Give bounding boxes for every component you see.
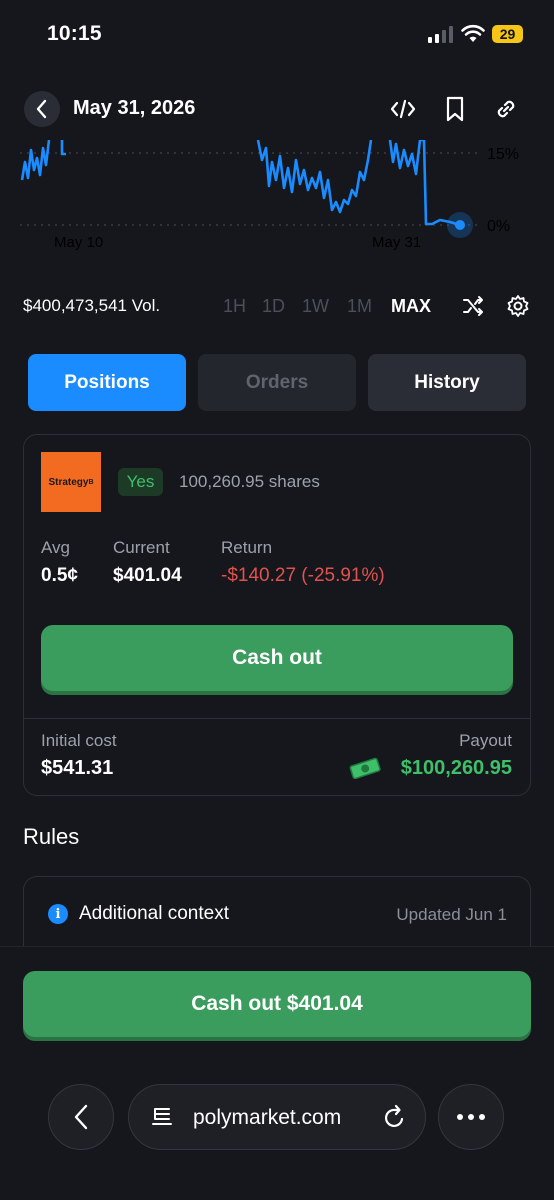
tab-positions[interactable]: Positions [28,354,186,411]
y-tick-label: 15% [487,146,519,163]
volume-label: $400,473,541 Vol. [23,296,161,315]
cash-out-button[interactable]: Cash out [41,625,513,691]
battery-indicator: 29 [492,25,523,43]
payout-value: $100,260.95 [400,757,512,779]
embed-icon[interactable] [390,95,416,123]
initial-cost-value: $541.31 [41,757,114,779]
chart-line [20,140,461,227]
link-icon[interactable] [493,95,519,123]
price-chart[interactable]: 15% 0% May 10 May 31 [0,140,554,260]
x-tick-label: May 10 [54,234,103,251]
current-label: Current [113,538,170,557]
card-divider [24,718,530,719]
range-max[interactable]: MAX [391,296,431,317]
money-icon [349,757,381,779]
browser-back-button[interactable] [48,1084,114,1150]
more-options-button[interactable] [438,1084,504,1150]
range-1d[interactable]: 1D [262,296,285,317]
page-icon [151,1106,173,1133]
range-1m[interactable]: 1M [347,296,372,317]
shares-count: 100,260.95 shares [179,472,320,491]
return-label: Return [221,538,273,557]
back-button[interactable] [24,91,60,127]
chevron-left-icon [36,99,47,119]
page-title: May 31, 2026 [73,97,196,119]
url-text[interactable]: polymarket.com [193,1106,341,1130]
shuffle-icon[interactable] [461,294,485,323]
settings-gear-icon[interactable] [506,294,530,323]
bookmark-icon[interactable] [442,95,468,123]
info-icon: i [48,904,68,924]
more-icon [457,1114,485,1120]
avg-label: Avg [41,538,70,557]
updated-date: Updated Jun 1 [396,905,507,924]
return-value: -$140.27 (-25.91%) [221,565,385,586]
x-tick-label: May 31 [372,234,421,251]
outcome-badge: Yes [118,468,163,496]
reload-icon[interactable] [383,1104,407,1135]
status-time: 10:15 [47,22,102,45]
wifi-icon [461,24,485,42]
avg-value: 0.5¢ [41,565,78,586]
tab-history[interactable]: History [368,354,526,411]
tab-orders[interactable]: Orders [198,354,356,411]
payout-label: Payout [459,731,512,750]
y-tick-label: 0% [487,218,510,235]
initial-cost-label: Initial cost [41,731,117,750]
range-1h[interactable]: 1H [223,296,246,317]
bottom-cash-out-button[interactable]: Cash out $401.04 [23,971,531,1037]
range-1w[interactable]: 1W [302,296,329,317]
signal-icon [428,26,453,43]
chevron-left-icon [74,1104,88,1130]
rules-title: Rules [23,824,80,849]
additional-context-label: Additional context [79,903,229,924]
strategy-logo: Strategy B [41,452,101,512]
current-value: $401.04 [113,565,182,586]
